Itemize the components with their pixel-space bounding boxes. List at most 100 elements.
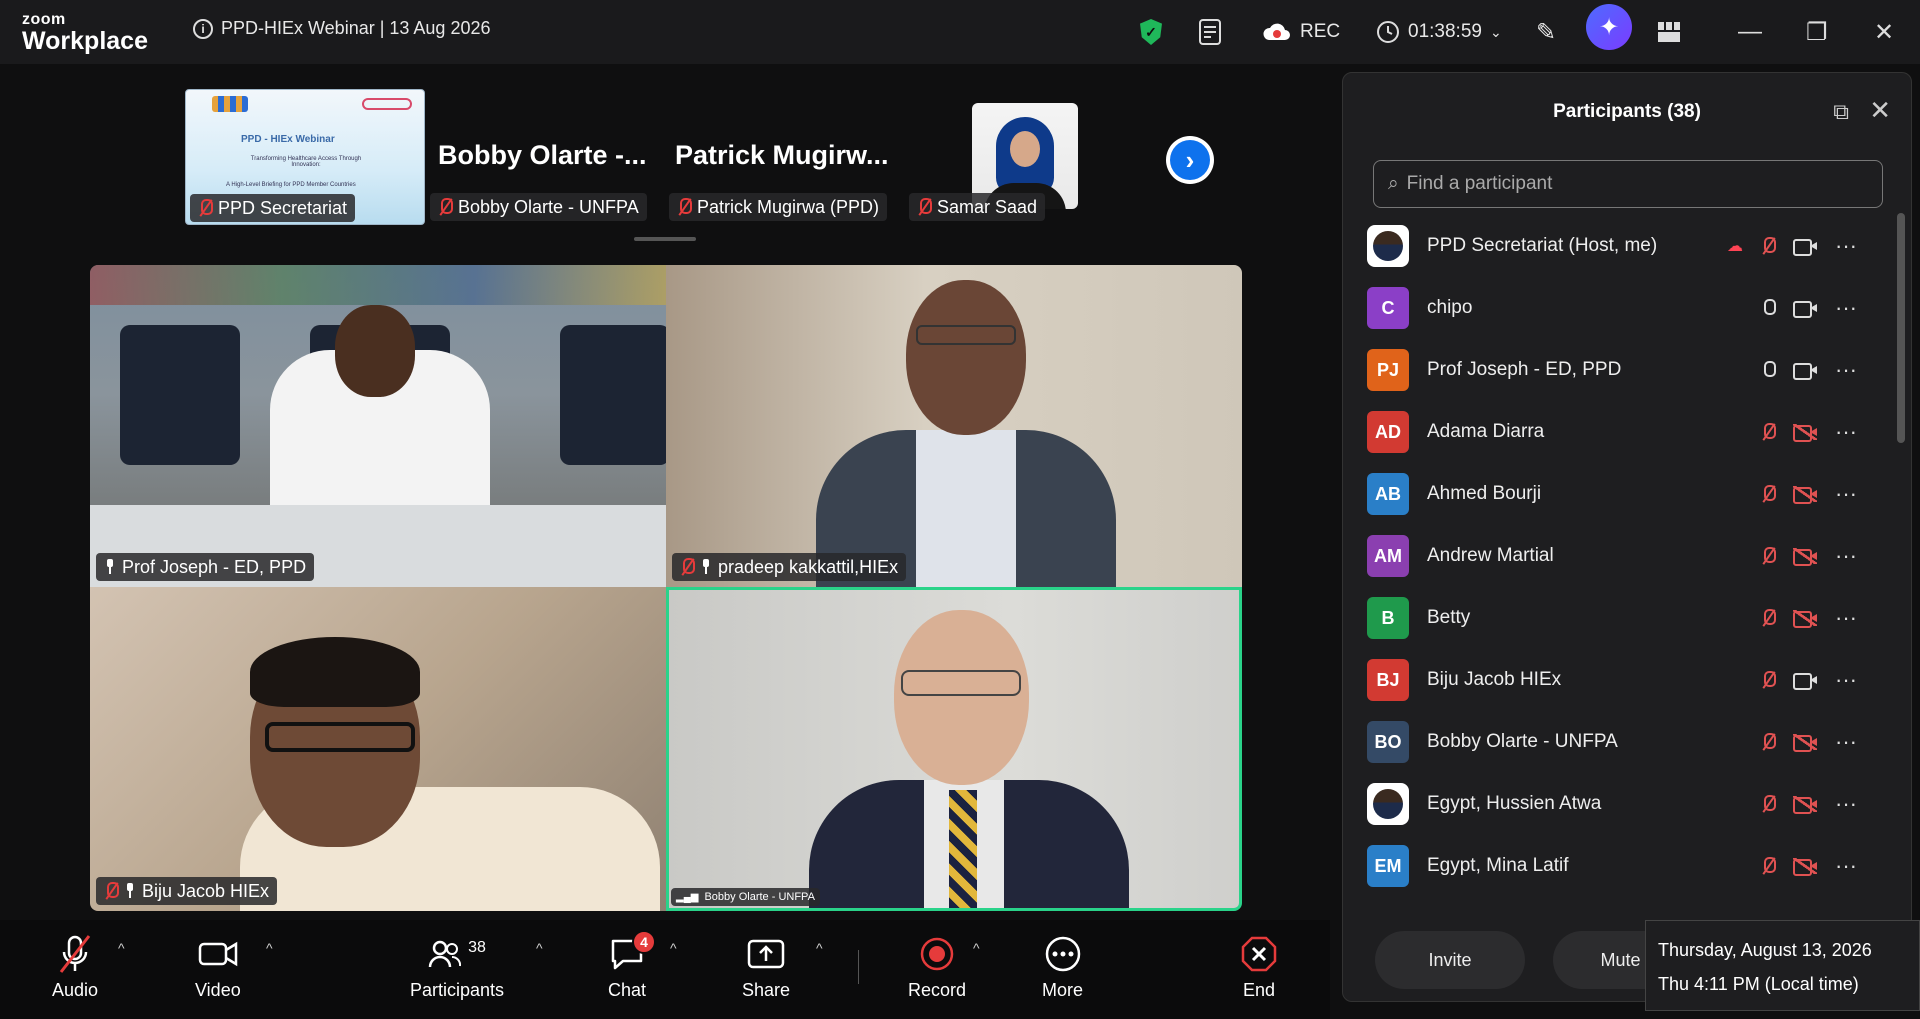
slide-line: A High-Level Briefing for PPD Member Cou… bbox=[226, 182, 356, 188]
rec-label: REC bbox=[1300, 21, 1341, 42]
avatar-initials: AB bbox=[1375, 483, 1401, 504]
flags-backdrop bbox=[90, 265, 666, 305]
participant-row[interactable]: BJ Biju Jacob HIEx ··· bbox=[1367, 649, 1857, 711]
video-tile[interactable]: Prof Joseph - ED, PPD bbox=[90, 265, 666, 587]
shared-slide-thumbnail[interactable]: PPD - HIEx Webinar Transforming Healthca… bbox=[185, 89, 425, 225]
person-head bbox=[894, 610, 1029, 785]
more-options-icon[interactable]: ··· bbox=[1835, 233, 1857, 259]
camera-off-icon[interactable] bbox=[1793, 734, 1817, 752]
audio-options-caret[interactable]: ^ bbox=[118, 940, 125, 956]
participant-controls: ··· bbox=[1761, 277, 1857, 339]
more-options-icon[interactable]: ··· bbox=[1835, 295, 1857, 321]
more-options-icon[interactable]: ··· bbox=[1835, 543, 1857, 569]
meeting-timer[interactable]: 01:38:59 ⌄ bbox=[1376, 14, 1502, 50]
participant-search-input[interactable]: ⌕ Find a participant bbox=[1373, 160, 1883, 208]
video-tile[interactable]: pradeep kakkattil,HIEx bbox=[666, 265, 1242, 587]
more-options-icon[interactable]: ··· bbox=[1835, 605, 1857, 631]
video-tile[interactable]: Biju Jacob HIEx bbox=[90, 587, 666, 911]
info-icon[interactable]: i bbox=[193, 18, 213, 39]
strip-name-tag: Samar Saad bbox=[909, 193, 1046, 221]
encryption-shield[interactable]: ✓ bbox=[1140, 14, 1162, 50]
participant-row[interactable]: Cchipo ··· bbox=[1367, 277, 1857, 339]
end-label: End bbox=[1242, 980, 1276, 1000]
thumb-name: PPD Secretariat bbox=[218, 197, 348, 218]
strip-tag-name: Bobby Olarte - UNFPA bbox=[458, 196, 639, 217]
pin-icon bbox=[700, 559, 712, 575]
logo-brand: zoom bbox=[22, 11, 66, 28]
close-panel-icon[interactable]: ✕ bbox=[1869, 95, 1891, 126]
more-options-icon[interactable]: ··· bbox=[1835, 357, 1857, 383]
participant-controls: ··· bbox=[1761, 339, 1857, 401]
tie-shape bbox=[949, 790, 977, 908]
mic-muted-icon[interactable] bbox=[1761, 236, 1776, 256]
chat-options-caret[interactable]: ^ bbox=[670, 940, 677, 956]
close-window-button[interactable]: ✕ bbox=[1874, 14, 1894, 50]
video-button[interactable]: Video bbox=[195, 934, 241, 1001]
camera-icon[interactable] bbox=[1793, 362, 1817, 380]
chevron-right-icon: › bbox=[1170, 140, 1210, 180]
end-button[interactable]: End bbox=[1240, 934, 1278, 1001]
camera-off-icon[interactable] bbox=[1793, 424, 1817, 442]
participants-button[interactable]: 38 Participants bbox=[410, 934, 504, 1001]
mic-muted-icon[interactable] bbox=[1761, 484, 1776, 504]
participant-row[interactable]: PJ Prof Joseph - ED, PPD ··· bbox=[1367, 339, 1857, 401]
camera-off-icon[interactable] bbox=[1793, 796, 1817, 814]
more-options-icon[interactable]: ··· bbox=[1835, 419, 1857, 445]
minimize-button[interactable]: — bbox=[1738, 14, 1762, 50]
strip-participant-name[interactable]: Patrick Mugirw... bbox=[675, 140, 889, 171]
active-speaker-tile[interactable]: ▂▄▆ Bobby Olarte - UNFPA bbox=[666, 587, 1242, 911]
mic-muted-icon[interactable] bbox=[1761, 608, 1776, 628]
maximize-button[interactable]: ❐ bbox=[1806, 14, 1828, 50]
camera-icon[interactable] bbox=[1793, 300, 1817, 318]
participant-row[interactable]: AB Ahmed Bourji ··· bbox=[1367, 463, 1857, 525]
mic-muted-icon[interactable] bbox=[1761, 732, 1776, 752]
mic-muted-icon[interactable] bbox=[1761, 546, 1776, 566]
strip-participant-name[interactable]: Bobby Olarte -... bbox=[438, 140, 647, 171]
annotate-button[interactable]: ✎ bbox=[1536, 14, 1556, 50]
popout-icon[interactable]: ⧉ bbox=[1833, 99, 1849, 125]
meeting-info[interactable]: i PPD-HIEx Webinar | 13 Aug 2026 bbox=[193, 18, 491, 39]
more-options-icon[interactable]: ··· bbox=[1835, 853, 1857, 879]
logo-product: Workplace bbox=[22, 27, 148, 55]
next-page-button[interactable]: › bbox=[1166, 136, 1214, 184]
profile-picture bbox=[1373, 789, 1403, 819]
tile-name: Biju Jacob HIEx bbox=[142, 880, 270, 901]
mic-icon[interactable] bbox=[1761, 360, 1776, 380]
more-options-icon[interactable]: ··· bbox=[1835, 667, 1857, 693]
more-options-icon[interactable]: ··· bbox=[1835, 729, 1857, 755]
participant-row[interactable]: AM Andrew Martial ··· bbox=[1367, 525, 1857, 587]
mic-icon[interactable] bbox=[1761, 298, 1776, 318]
mic-muted-icon[interactable] bbox=[1761, 670, 1776, 690]
mic-muted-icon[interactable] bbox=[1761, 422, 1776, 442]
camera-icon[interactable] bbox=[1793, 672, 1817, 690]
ai-companion-button[interactable]: ✦ bbox=[1586, 4, 1632, 50]
camera-off-icon[interactable] bbox=[1793, 858, 1817, 876]
participant-row[interactable]: PPD Secretariat (Host, me) ☁ ··· bbox=[1367, 215, 1857, 277]
record-button[interactable]: Record bbox=[908, 934, 966, 1001]
invite-button[interactable]: Invite bbox=[1375, 931, 1525, 989]
participant-row[interactable]: EM Egypt, Mina Latif ··· bbox=[1367, 835, 1857, 897]
more-options-icon[interactable]: ··· bbox=[1835, 481, 1857, 507]
mic-muted-icon[interactable] bbox=[1761, 794, 1776, 814]
participant-row[interactable]: Egypt, Hussien Atwa ··· bbox=[1367, 773, 1857, 835]
more-options-icon[interactable]: ··· bbox=[1835, 791, 1857, 817]
panel-scrollbar[interactable] bbox=[1897, 213, 1905, 443]
participant-row[interactable]: AD Adama Diarra ··· bbox=[1367, 401, 1857, 463]
camera-off-icon[interactable] bbox=[1793, 610, 1817, 628]
participant-row[interactable]: B Betty ··· bbox=[1367, 587, 1857, 649]
participants-options-caret[interactable]: ^ bbox=[536, 940, 543, 956]
share-button[interactable]: Share bbox=[742, 934, 790, 1001]
camera-off-icon[interactable] bbox=[1793, 486, 1817, 504]
notes-button[interactable] bbox=[1198, 14, 1222, 50]
camera-icon[interactable] bbox=[1793, 238, 1817, 256]
mic-muted-icon[interactable] bbox=[1761, 856, 1776, 876]
camera-off-icon[interactable] bbox=[1793, 548, 1817, 566]
more-button[interactable]: More bbox=[1042, 934, 1083, 1001]
view-button[interactable] bbox=[1657, 14, 1681, 50]
recording-status[interactable]: REC bbox=[1262, 14, 1340, 50]
record-options-caret[interactable]: ^ bbox=[973, 940, 980, 956]
video-options-caret[interactable]: ^ bbox=[266, 940, 273, 956]
share-options-caret[interactable]: ^ bbox=[816, 940, 823, 956]
participant-row[interactable]: BO Bobby Olarte - UNFPA ··· bbox=[1367, 711, 1857, 773]
audio-button[interactable]: Audio bbox=[52, 934, 98, 1001]
